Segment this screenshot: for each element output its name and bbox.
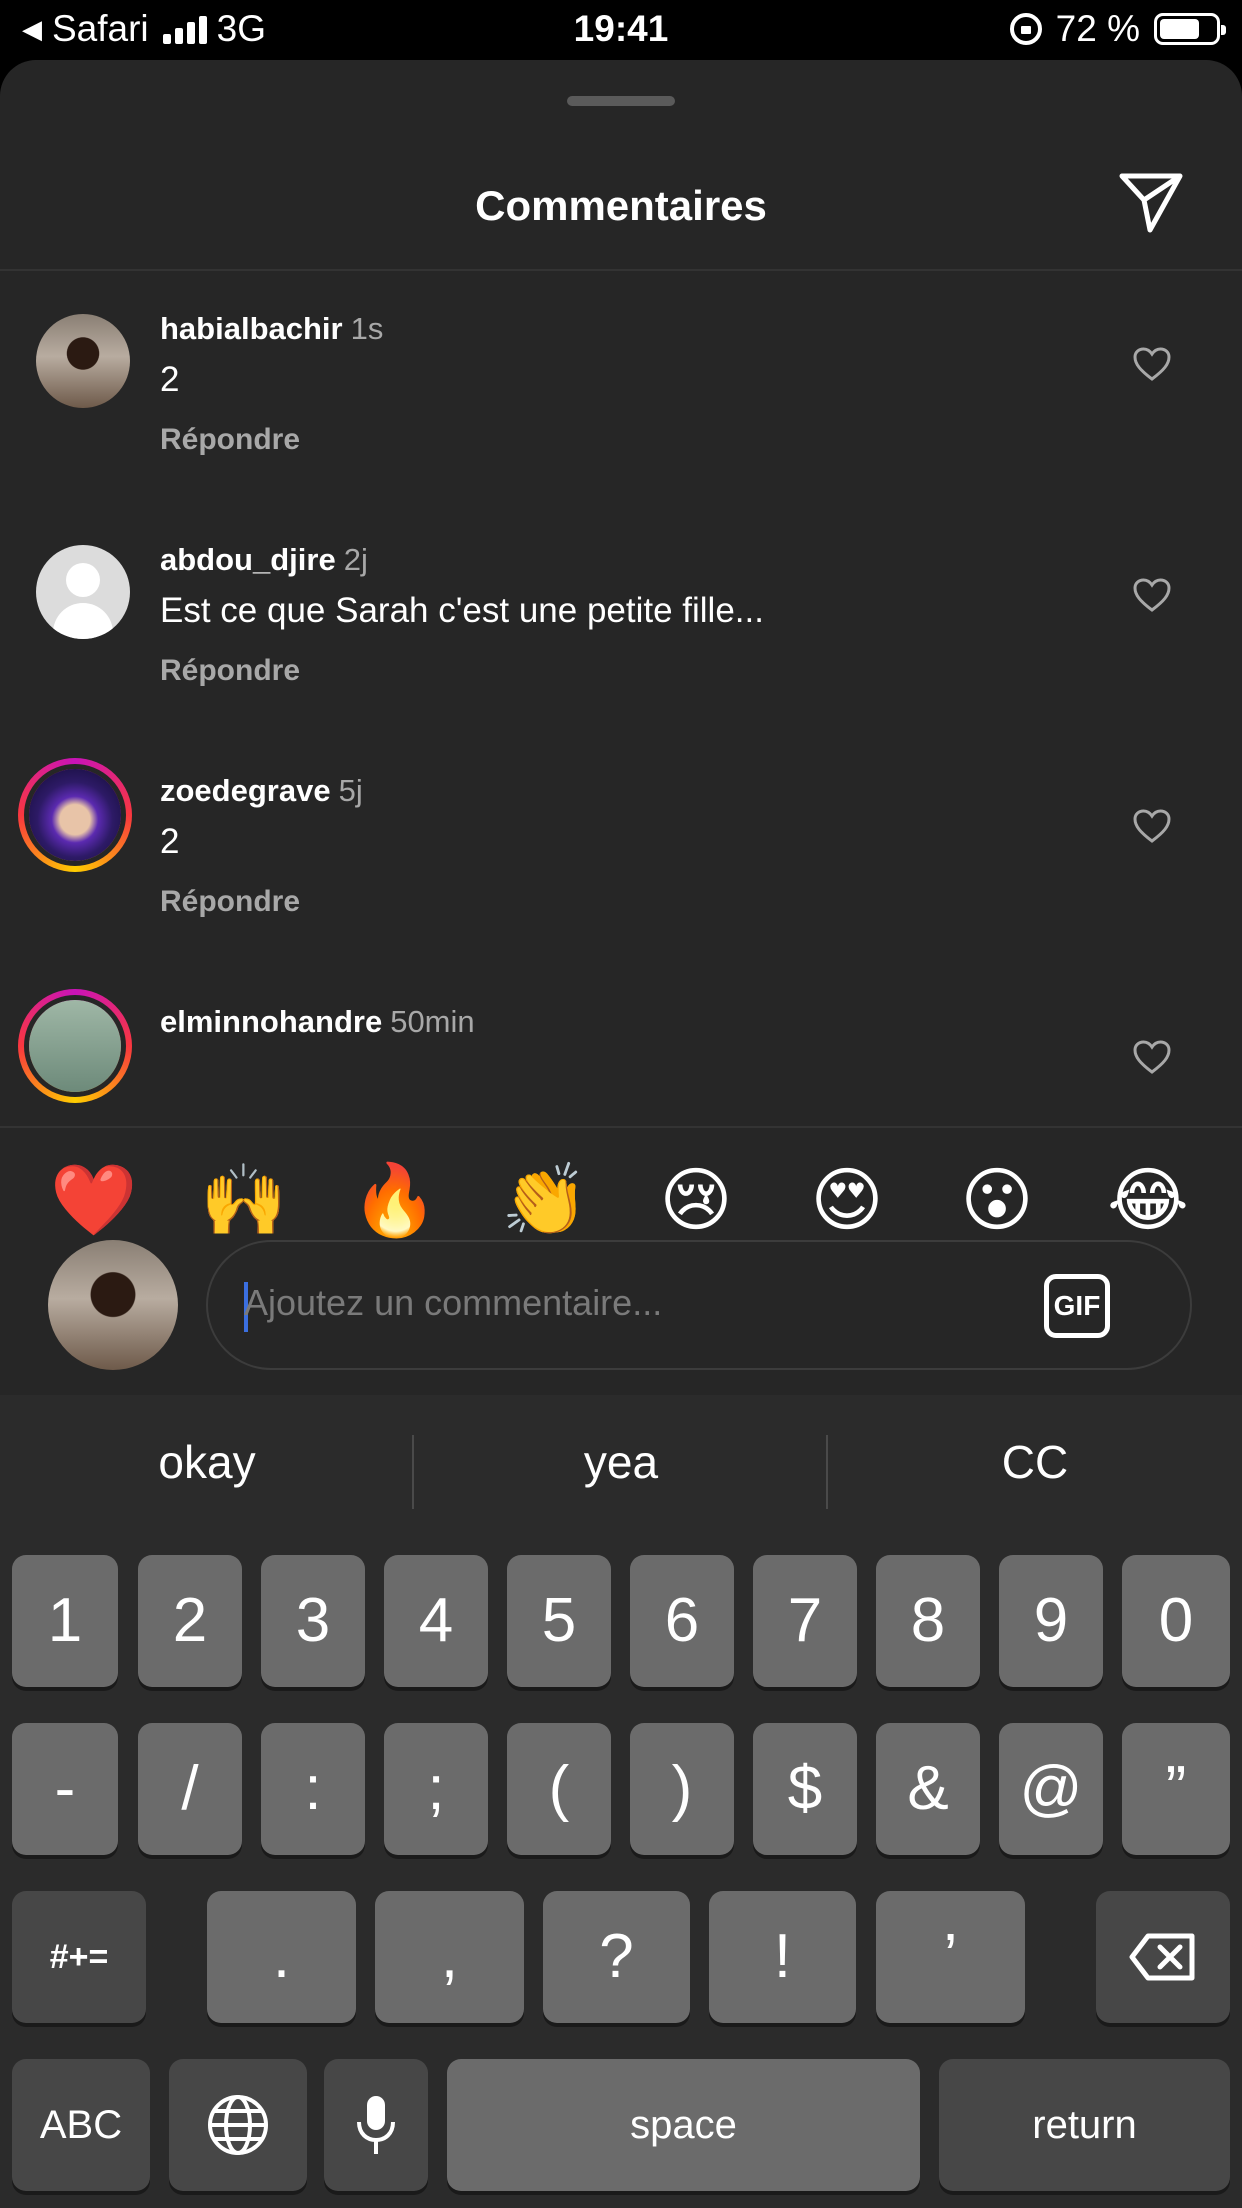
- reaction-heart-eyes[interactable]: 😍: [797, 1150, 897, 1250]
- status-right: 72 %: [1009, 8, 1226, 50]
- reply-button[interactable]: Répondre: [160, 423, 300, 457]
- comment-username[interactable]: elminnohandre: [160, 1004, 382, 1039]
- reaction-heart[interactable]: ❤️: [44, 1150, 144, 1250]
- key-apostrophe[interactable]: ’: [876, 1891, 1025, 2023]
- key-7[interactable]: 7: [753, 1555, 857, 1687]
- key-question[interactable]: ?: [543, 1891, 690, 2023]
- heart-icon[interactable]: [1132, 577, 1172, 613]
- key-quote[interactable]: ”: [1122, 1723, 1230, 1855]
- avatar[interactable]: [36, 545, 130, 639]
- comment-meta: abdou_djire 2j: [160, 542, 368, 578]
- comment-time: 50min: [390, 1004, 475, 1039]
- battery-icon: [1154, 13, 1226, 45]
- reaction-fire[interactable]: 🔥: [345, 1150, 445, 1250]
- reaction-crying[interactable]: 😢: [646, 1150, 746, 1250]
- reaction-clap[interactable]: 👏: [495, 1150, 595, 1250]
- comment-text: 2: [160, 360, 180, 399]
- key-dollar[interactable]: $: [753, 1723, 857, 1855]
- sheet-grabber[interactable]: [567, 96, 675, 106]
- keyboard: okay yea CC 1 2 3 4 5 6 7 8 9 0 - / : ; …: [0, 1395, 1242, 2208]
- key-0[interactable]: 0: [1122, 1555, 1230, 1687]
- comment-item: zoedegrave 5j 2 Répondre: [0, 733, 1242, 964]
- globe-icon: [208, 2095, 268, 2155]
- key-exclamation[interactable]: !: [709, 1891, 856, 2023]
- key-delete[interactable]: [1096, 1891, 1230, 2023]
- comment-list[interactable]: habialbachir 1s 2 Répondre abdou_djire 2j …: [0, 271, 1242, 1126]
- my-avatar: [48, 1240, 178, 1370]
- key-slash[interactable]: /: [138, 1723, 242, 1855]
- key-space[interactable]: space: [447, 2059, 920, 2191]
- suggestion-item[interactable]: yea: [414, 1435, 828, 1489]
- key-3[interactable]: 3: [261, 1555, 365, 1687]
- reaction-laughing[interactable]: 😂: [1098, 1150, 1198, 1250]
- microphone-icon: [357, 2096, 395, 2154]
- avatar-story-ring[interactable]: [18, 989, 132, 1103]
- divider: [0, 1126, 1242, 1128]
- key-semicolon[interactable]: ;: [384, 1723, 488, 1855]
- key-2[interactable]: 2: [138, 1555, 242, 1687]
- suggestion-bar: okay yea CC: [0, 1395, 1242, 1550]
- gif-button[interactable]: GIF: [1044, 1274, 1110, 1338]
- comment-meta: zoedegrave 5j: [160, 773, 363, 809]
- key-abc[interactable]: ABC: [12, 2059, 150, 2191]
- battery-percent: 72 %: [1055, 8, 1140, 49]
- comment-item: abdou_djire 2j Est ce que Sarah c'est une…: [0, 502, 1242, 733]
- key-4[interactable]: 4: [384, 1555, 488, 1687]
- avatar[interactable]: [36, 314, 130, 408]
- suggestion-item[interactable]: CC: [828, 1435, 1242, 1489]
- comment-item: habialbachir 1s 2 Répondre: [0, 271, 1242, 502]
- comment-time: 2j: [343, 542, 368, 577]
- sheet-title: Commentaires: [475, 182, 767, 229]
- key-return[interactable]: return: [939, 2059, 1230, 2191]
- key-microphone[interactable]: [324, 2059, 428, 2191]
- comment-meta: habialbachir 1s: [160, 311, 383, 347]
- comment-username[interactable]: zoedegrave: [160, 773, 331, 808]
- key-1[interactable]: 1: [12, 1555, 118, 1687]
- key-ampersand[interactable]: &: [876, 1723, 980, 1855]
- key-at[interactable]: @: [999, 1723, 1103, 1855]
- key-globe[interactable]: [169, 2059, 307, 2191]
- key-9[interactable]: 9: [999, 1555, 1103, 1687]
- comment-text: Est ce que Sarah c'est une petite fille.…: [160, 591, 764, 630]
- key-8[interactable]: 8: [876, 1555, 980, 1687]
- key-open-paren[interactable]: (: [507, 1723, 611, 1855]
- suggestion-item[interactable]: okay: [0, 1435, 414, 1489]
- reaction-raised-hands[interactable]: 🙌: [194, 1150, 294, 1250]
- key-period[interactable]: .: [207, 1891, 356, 2023]
- key-colon[interactable]: :: [261, 1723, 365, 1855]
- comment-text: 2: [160, 822, 180, 861]
- heart-icon[interactable]: [1132, 1039, 1172, 1075]
- comment-username[interactable]: abdou_djire: [160, 542, 336, 577]
- avatar-story-ring[interactable]: [18, 758, 132, 872]
- reply-button[interactable]: Répondre: [160, 885, 300, 919]
- key-6[interactable]: 6: [630, 1555, 734, 1687]
- comment-time: 1s: [350, 311, 384, 346]
- comment-time: 5j: [338, 773, 363, 808]
- comment-input[interactable]: Ajoutez un commentaire... GIF: [206, 1240, 1192, 1370]
- comment-input-placeholder[interactable]: Ajoutez un commentaire...: [244, 1282, 662, 1324]
- comment-meta: elminnohandre 50min: [160, 1004, 475, 1040]
- key-more-symbols[interactable]: #+=: [12, 1891, 146, 2023]
- comments-sheet: Commentaires habialbachir 1s 2 Répondre a…: [0, 60, 1242, 1395]
- comment-username[interactable]: habialbachir: [160, 311, 343, 346]
- reply-button[interactable]: Répondre: [160, 654, 300, 688]
- key-hyphen[interactable]: -: [12, 1723, 118, 1855]
- reaction-surprised[interactable]: 😮: [947, 1150, 1047, 1250]
- heart-icon[interactable]: [1132, 808, 1172, 844]
- backspace-icon: [1129, 1933, 1195, 1981]
- heart-icon[interactable]: [1132, 346, 1172, 382]
- comment-item: elminnohandre 50min: [0, 964, 1242, 1126]
- status-bar: ◀ Safari 3G 19:41 72 %: [0, 0, 1242, 60]
- key-close-paren[interactable]: ): [630, 1723, 734, 1855]
- key-5[interactable]: 5: [507, 1555, 611, 1687]
- key-comma[interactable]: ,: [375, 1891, 524, 2023]
- rotation-lock-icon: [1009, 13, 1042, 45]
- send-icon[interactable]: [1116, 170, 1186, 236]
